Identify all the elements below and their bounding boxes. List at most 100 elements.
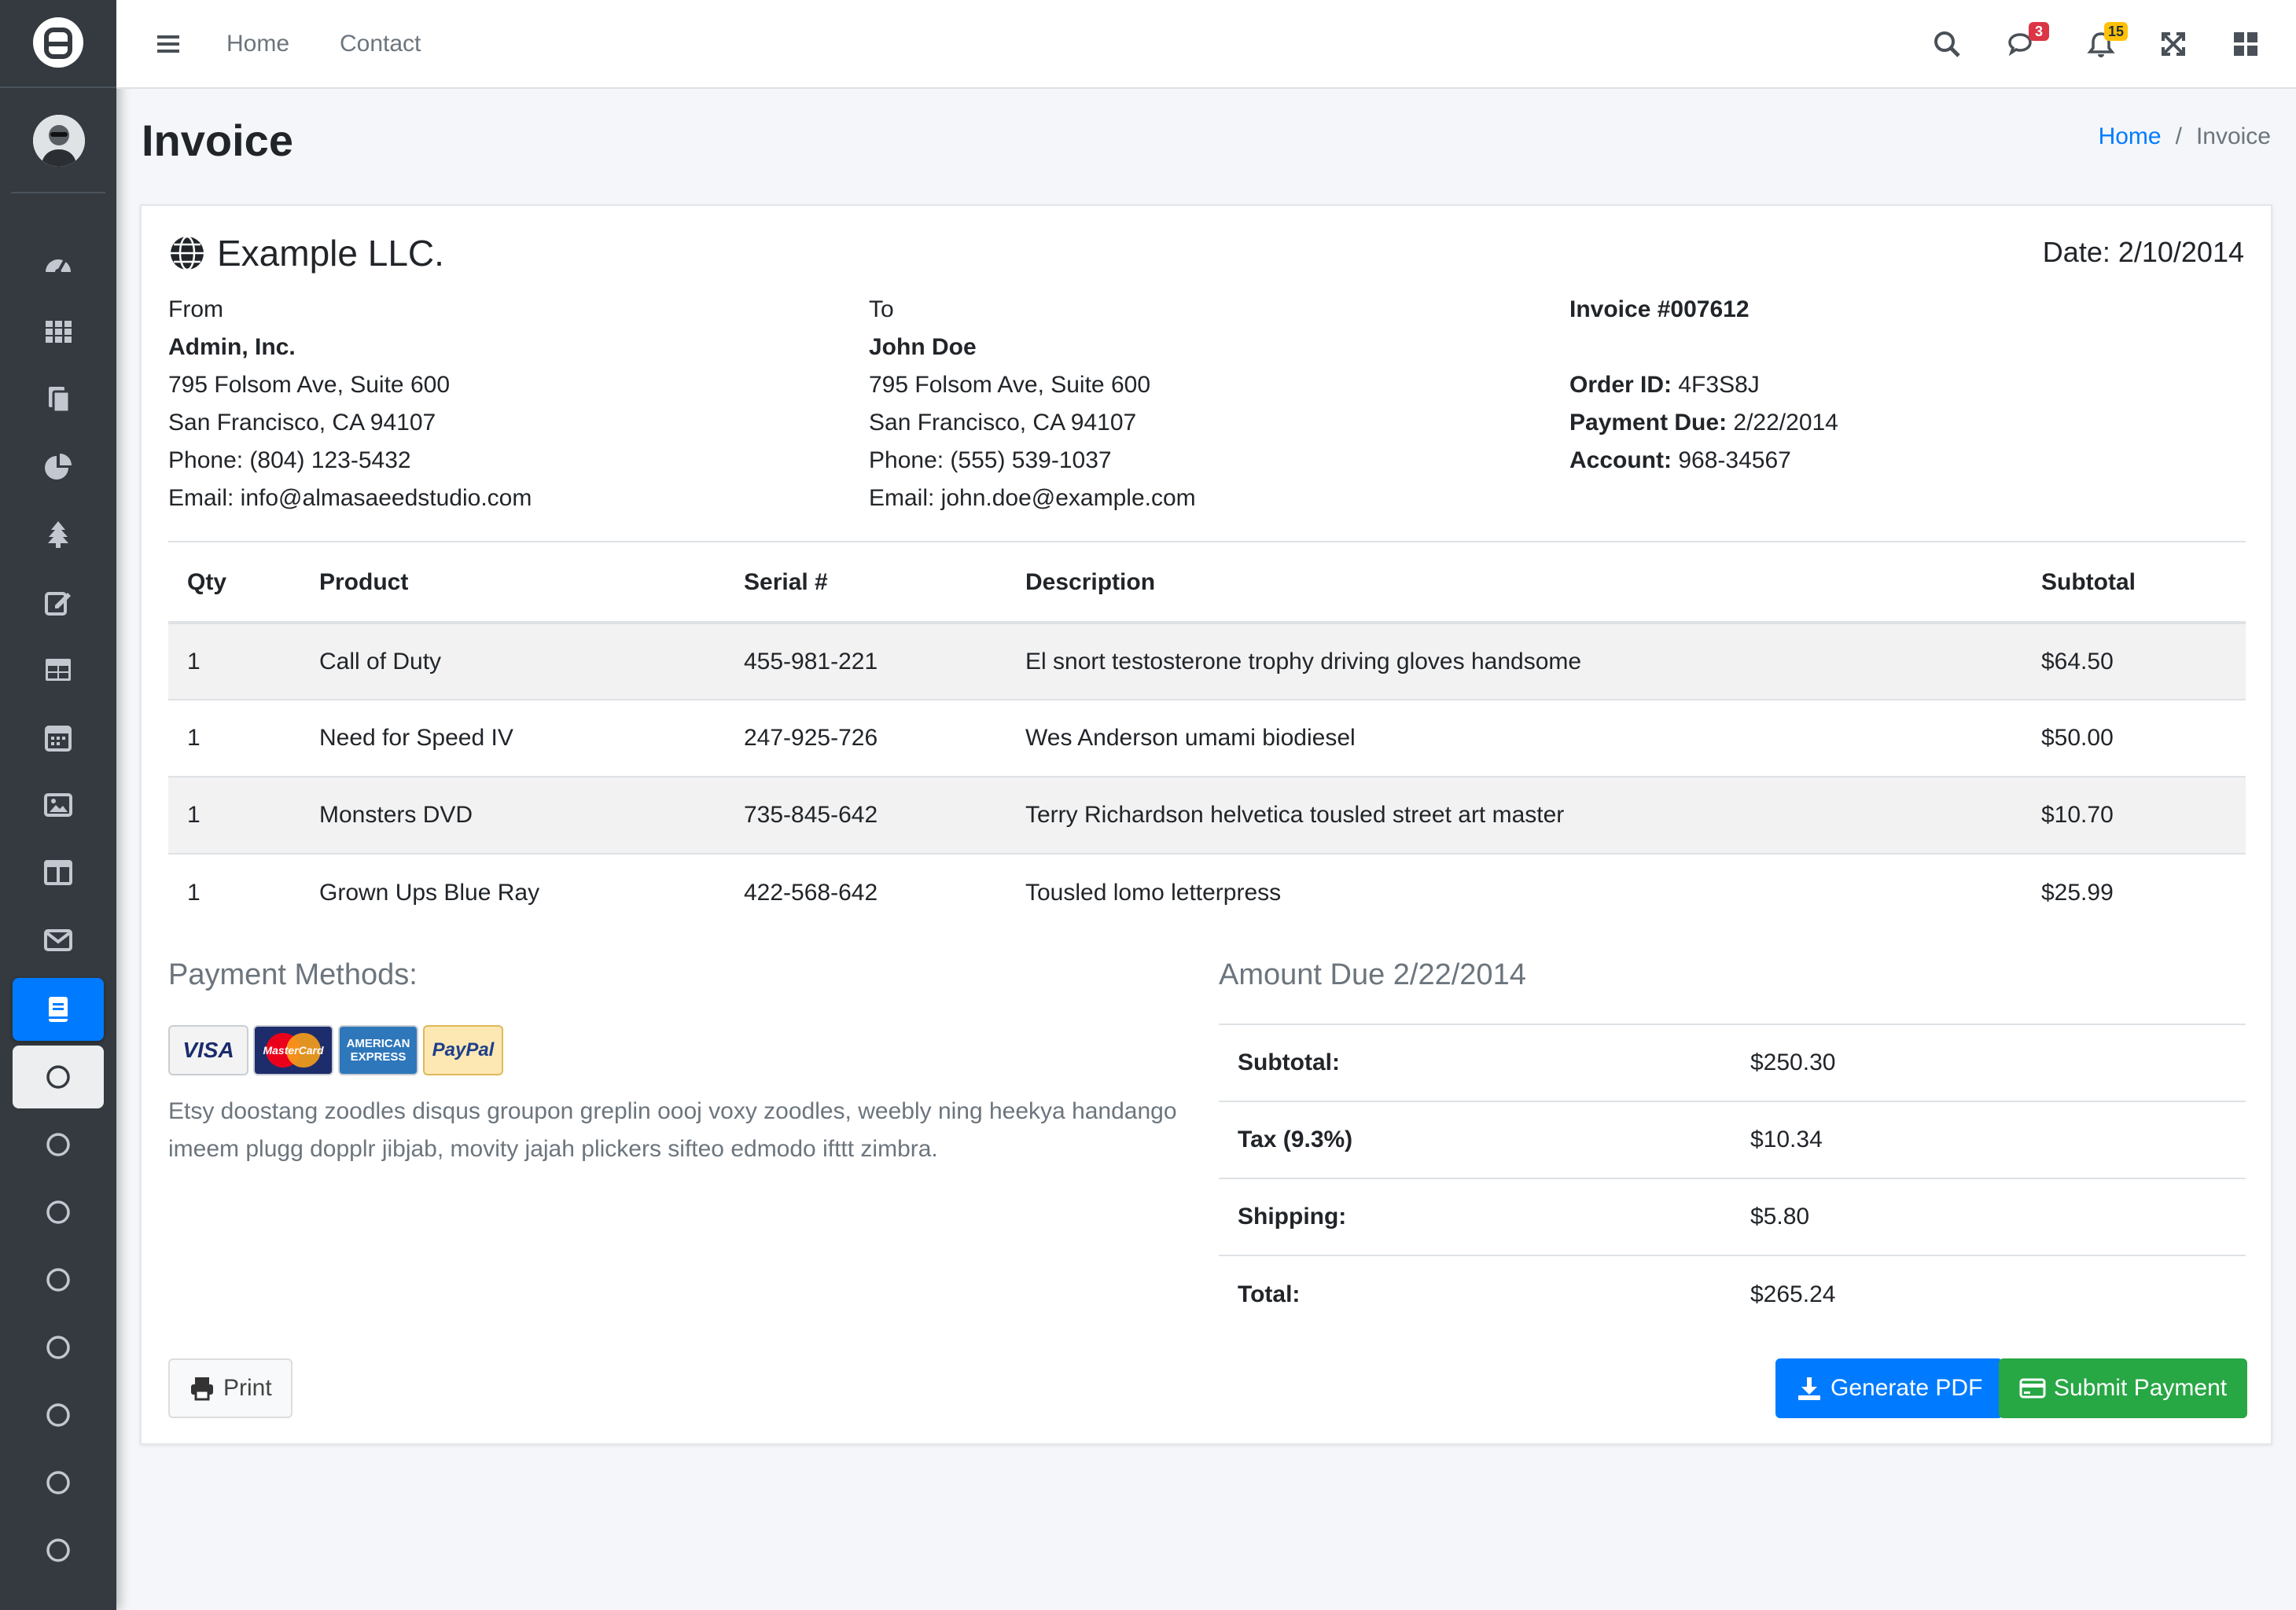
sidebar-item-kanban[interactable] [13,841,104,904]
cell-subtotal: $10.70 [2022,777,2246,855]
totals-table: Subtotal: $250.30 Tax (9.3%) $10.34 Ship… [1219,1024,2246,1332]
sidebar-item-gallery[interactable] [13,774,104,836]
to-address: To John Doe 795 Folsom Ave, Suite 600 Sa… [869,291,1196,517]
generate-pdf-button[interactable]: Generate PDF [1775,1358,2003,1418]
breadcrumb-home-link[interactable]: Home [2099,121,2162,153]
from-name: Admin, Inc. [168,334,296,360]
total-value: $265.24 [1731,1255,2246,1332]
print-label: Print [223,1375,272,1401]
tax-label: Tax (9.3%) [1219,1101,1731,1178]
table-row: Total: $265.24 [1219,1255,2246,1332]
control-sidebar-button[interactable] [2230,28,2261,60]
tree-icon [48,521,68,548]
bars-icon [157,35,179,53]
order-id-value: 4F3S8J [1678,372,1760,398]
menu-toggle-button[interactable] [153,28,184,60]
brand[interactable] [0,0,116,88]
columns-icon [44,860,72,885]
cell-product: Monsters DVD [300,777,725,855]
payment-cards: VISA MasterCard AMERICAN EXPRESS PayPal [168,1025,503,1075]
breadcrumb: Home / Invoice [2099,121,2271,153]
to-email: Email: john.doe@example.com [869,485,1196,511]
account-value: 968-34567 [1678,447,1791,473]
circle-icon [46,1268,70,1292]
nav-contact-link[interactable]: Contact [340,28,421,60]
edit-icon [45,592,71,616]
messages-button[interactable]: 3 [2007,22,2049,61]
payment-due-value: 2/22/2014 [1733,410,1838,436]
breadcrumb-current: Invoice [2195,123,2271,149]
sidebar-item-ui-elements[interactable] [13,503,104,566]
sidebar-item-charts[interactable] [13,436,104,498]
table-row: 1 Need for Speed IV 247-925-726 Wes Ande… [168,700,2246,777]
column-header: Description [1006,544,2022,624]
sidebar-item-widgets[interactable] [13,300,104,363]
from-label: From [168,296,223,322]
fullscreen-button[interactable] [2158,28,2189,60]
notifications-button[interactable]: 15 [2085,22,2128,61]
cell-serial: 247-925-726 [725,700,1006,777]
cell-serial: 735-845-642 [725,777,1006,855]
shipping-value: $5.80 [1731,1178,2246,1255]
visa-logo: VISA [168,1025,248,1075]
sidebar-subitem-invoice[interactable] [13,1046,104,1108]
messages-badge: 3 [2029,22,2049,41]
user-panel[interactable] [11,88,105,193]
envelope-icon [44,929,72,951]
grid-icon [46,321,72,343]
circle-icon [46,1538,70,1562]
amex-logo: AMERICAN EXPRESS [338,1025,418,1075]
th-large-icon [2234,32,2257,56]
sidebar-subitem-project-add[interactable] [13,1316,104,1379]
search-button[interactable] [1931,28,1963,60]
expand-icon [2162,32,2185,56]
submit-payment-button[interactable]: Submit Payment [1999,1358,2248,1418]
brand-logo-icon[interactable] [33,17,83,68]
print-button[interactable]: Print [168,1358,293,1418]
sidebar-subitem-projects[interactable] [13,1248,104,1311]
paypal-logo: PayPal [423,1025,503,1075]
sidebar-subitem-e-commerce[interactable] [13,1181,104,1244]
cell-description: El snort testosterone trophy driving glo… [1006,623,2022,700]
sidebar-subitem-project-detail[interactable] [13,1451,104,1514]
circle-icon [46,1336,70,1359]
cell-product: Call of Duty [300,623,725,700]
payment-note: Etsy doostang zoodles disqus groupon gre… [168,1098,1177,1162]
sidebar-item-forms[interactable] [13,571,104,634]
sidebar-item-pages[interactable] [13,978,104,1041]
cell-qty: 1 [168,777,300,855]
circle-icon [46,1200,70,1224]
generate-pdf-label: Generate PDF [1831,1375,1983,1401]
cell-subtotal: $64.50 [2022,623,2246,700]
avatar[interactable] [33,115,85,167]
payment-methods-title: Payment Methods: [168,958,418,991]
from-address-line2: San Francisco, CA 94107 [168,410,436,436]
shipping-label: Shipping: [1219,1178,1731,1255]
sidebar-item-calendar[interactable] [13,706,104,769]
sidebar-item-mailbox[interactable] [13,909,104,972]
table-icon [46,659,71,681]
search-icon [1934,31,1960,57]
sidebar-item-dashboard[interactable] [13,233,104,296]
notifications-badge: 15 [2103,22,2128,41]
table-row: 1 Monsters DVD 735-845-642 Terry Richard… [168,777,2246,855]
cell-qty: 1 [168,623,300,700]
cell-product: Need for Speed IV [300,700,725,777]
sidebar-item-tables[interactable] [13,638,104,701]
nav-home-link[interactable]: Home [226,28,289,60]
cell-subtotal: $50.00 [2022,700,2246,777]
pie-chart-icon [45,454,72,480]
company-name: Example LLC. [217,233,444,274]
tax-value: $10.34 [1731,1101,2246,1178]
table-row: Subtotal: $250.30 [1219,1024,2246,1101]
page-title: Invoice [142,116,293,165]
print-icon [191,1377,213,1401]
sidebar-subitem-profile[interactable] [13,1113,104,1176]
table-row: Shipping: $5.80 [1219,1178,2246,1255]
sidebar-item-layout[interactable] [13,368,104,431]
cell-serial: 422-568-642 [744,879,878,906]
account-label: Account: [1569,447,1672,473]
to-address-line2: San Francisco, CA 94107 [869,410,1137,436]
sidebar-subitem-project-edit[interactable] [13,1384,104,1446]
sidebar-subitem-contacts[interactable] [13,1519,104,1582]
